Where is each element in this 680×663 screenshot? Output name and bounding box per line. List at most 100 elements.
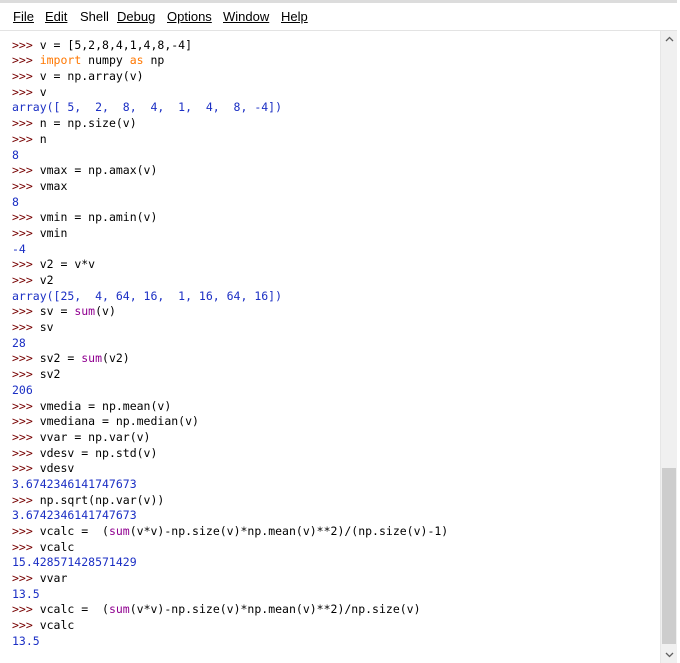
keyword-token: import <box>39 53 82 68</box>
code-text: sv2 = <box>39 351 82 366</box>
shell-output-line: 8 <box>12 195 448 211</box>
output-text: array([25, 4, 64, 16, 1, 16, 64, 16]) <box>12 288 283 303</box>
shell-prompt: >>> <box>12 225 40 240</box>
shell-input-line: >>> import numpy as np <box>12 53 448 69</box>
code-text: np.sqrt(np.var(v)) <box>39 492 165 507</box>
code-text: vvar = np.var(v) <box>39 429 151 444</box>
shell-input-line: >>> v2 <box>12 273 448 289</box>
shell-output-line: 206 <box>12 383 448 399</box>
shell-prompt: >>> <box>12 84 40 99</box>
code-text: v <box>39 84 47 99</box>
code-text: vcalc = ( <box>39 602 109 617</box>
shell-prompt: >>> <box>12 320 40 335</box>
code-text: (v2) <box>102 351 130 366</box>
code-text: (v*v)-np.size(v)*np.mean(v)**2)/(np.size… <box>129 524 449 538</box>
shell-input-line: >>> sv2 = sum(v2) <box>12 351 448 367</box>
shell-input-line: >>> vmin <box>12 226 448 242</box>
code-text: numpy <box>81 53 130 68</box>
shell-output-line: 13.5 <box>12 587 448 603</box>
scroll-up-button[interactable] <box>661 31 677 47</box>
output-text: -4 <box>12 241 26 256</box>
shell-input-line: >>> np.sqrt(np.var(v)) <box>12 493 448 509</box>
code-text: vmin <box>39 225 68 240</box>
shell-input-line: >>> vdesv <box>12 461 448 477</box>
output-text: 8 <box>12 194 19 209</box>
shell-prompt: >>> <box>12 429 40 444</box>
shell-input-line: >>> n = np.size(v) <box>12 116 448 132</box>
shell-output-line: array([ 5, 2, 8, 4, 1, 4, 8, -4]) <box>12 100 448 116</box>
shell-input-line: >>> vmin = np.amin(v) <box>12 210 448 226</box>
code-text: (v*v)-np.size(v)*np.mean(v)**2)/np.size(… <box>129 602 421 617</box>
shell-prompt: >>> <box>12 53 40 68</box>
shell-output-line: 15.428571428571429 <box>12 555 448 571</box>
menu-debug[interactable]: Debug <box>117 9 155 25</box>
shell-input-line: >>> vcalc = (sum(v*v)-np.size(v)*np.mean… <box>12 524 448 540</box>
shell-output-line: 3.6742346141747673 <box>12 508 448 524</box>
code-text: n <box>39 131 47 146</box>
shell-output-line: 3.6742346141747673 <box>12 477 448 493</box>
shell-input-line: >>> v2 = v*v <box>12 257 448 273</box>
shell-input-line: >>> vvar = np.var(v) <box>12 430 448 446</box>
menu-file[interactable]: File <box>13 9 34 25</box>
scroll-thumb[interactable] <box>662 468 676 644</box>
menu-shell[interactable]: Shell <box>80 9 109 25</box>
code-text: sv = <box>39 304 75 319</box>
shell-prompt: >>> <box>12 492 40 507</box>
shell-prompt: >>> <box>12 163 40 178</box>
shell-input-line: >>> sv <box>12 320 448 336</box>
code-text: vmedia = np.mean(v) <box>39 398 172 413</box>
output-text: array([ 5, 2, 8, 4, 1, 4, 8, -4]) <box>12 100 283 115</box>
shell-prompt: >>> <box>12 131 40 146</box>
code-text: sv <box>39 320 54 335</box>
code-text: np <box>143 53 165 68</box>
code-text: vmax = np.amax(v) <box>39 163 158 178</box>
code-text: vmediana = np.median(v) <box>39 414 199 429</box>
builtin-token: sum <box>81 351 103 366</box>
shell-text-area[interactable]: ˇˇˇ >>> v = [5,2,8,4,1,4,8,-4]>>> import … <box>0 31 660 663</box>
shell-input-line: >>> vcalc <box>12 618 448 634</box>
shell-input-line: >>> v <box>12 85 448 101</box>
code-text: vvar <box>39 571 68 586</box>
shell-output-line: 13.5 <box>12 634 448 650</box>
shell-prompt: >>> <box>12 257 40 272</box>
menu-options[interactable]: Options <box>167 9 212 25</box>
shell-prompt: >>> <box>12 273 40 287</box>
window-top-edge <box>0 0 680 3</box>
shell-prompt: >>> <box>12 69 40 84</box>
code-text: v2 = v*v <box>39 257 96 272</box>
shell-prompt: >>> <box>12 571 40 586</box>
shell-prompt: >>> <box>12 618 40 633</box>
code-text: vcalc = ( <box>39 524 109 538</box>
shell-prompt: >>> <box>12 37 40 52</box>
menu-window[interactable]: Window <box>223 9 269 25</box>
output-text: 13.5 <box>12 633 40 648</box>
shell-output-line: -4 <box>12 242 448 258</box>
shell-lines: ˇˇˇ >>> v = [5,2,8,4,1,4,8,-4]>>> import … <box>12 31 448 650</box>
shell-prompt: >>> <box>12 178 40 193</box>
code-text: v = np.array(v) <box>39 69 144 84</box>
shell-prompt: >>> <box>12 367 40 382</box>
shell-prompt: >>> <box>12 524 40 538</box>
code-text: v = [5,2,8,4,1,4,8,-4] <box>39 37 193 52</box>
menu-help[interactable]: Help <box>281 9 308 25</box>
output-text: 8 <box>12 147 19 162</box>
shell-input-line: >>> vmedia = np.mean(v) <box>12 399 448 415</box>
shell-prompt: >>> <box>12 461 40 476</box>
shell-input-line: >>> vmax = np.amax(v) <box>12 163 448 179</box>
output-text: 3.6742346141747673 <box>12 508 137 523</box>
chevron-up-icon <box>665 36 673 42</box>
scroll-down-button[interactable] <box>661 647 677 663</box>
shell-prompt: >>> <box>12 351 40 366</box>
shell-input-line: >>> vcalc <box>12 540 448 556</box>
shell-input-line: >>> vcalc = (sum(v*v)-np.size(v)*np.mean… <box>12 602 448 618</box>
shell-prompt: >>> <box>12 304 40 319</box>
shell-input-line: >>> vvar <box>12 571 448 587</box>
code-text: vmax <box>39 178 68 193</box>
builtin-token: sum <box>74 304 96 319</box>
vertical-scrollbar[interactable] <box>660 31 677 663</box>
shell-input-line: >>> vmax <box>12 179 448 195</box>
code-text: vcalc <box>39 539 75 554</box>
output-text: 3.6742346141747673 <box>12 476 137 491</box>
code-text: n = np.size(v) <box>39 116 137 131</box>
menu-edit[interactable]: Edit <box>45 9 67 25</box>
